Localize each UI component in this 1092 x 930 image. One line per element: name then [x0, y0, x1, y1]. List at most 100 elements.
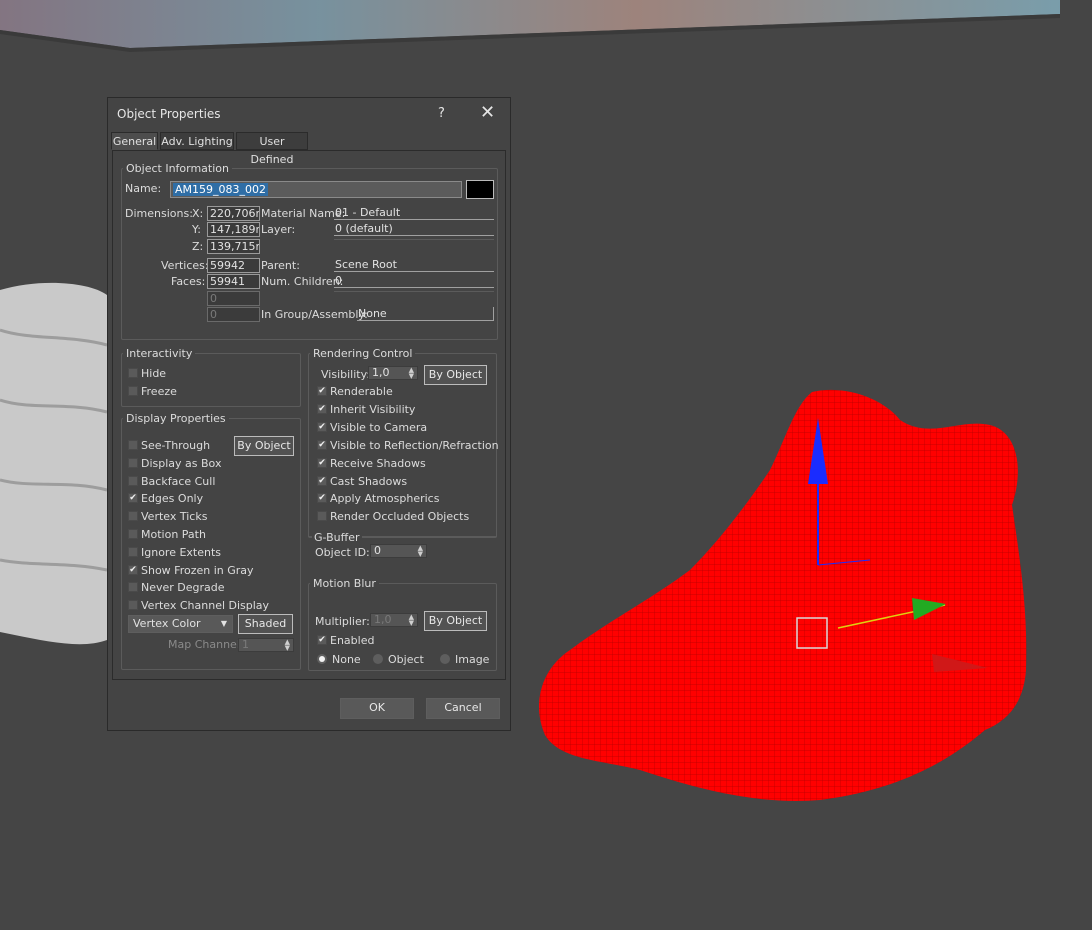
- check-box: [128, 529, 138, 539]
- object-id-value: 0: [374, 544, 381, 557]
- vertex-color-dropdown[interactable]: Vertex Color ▼: [128, 615, 233, 633]
- map-channel-label: Map Channel:: [168, 638, 244, 651]
- check-box: ✔: [317, 493, 327, 504]
- layer-underline: [334, 239, 494, 240]
- display-by-object-button[interactable]: By Object: [234, 436, 294, 456]
- display-checkbox-label: Vertex Ticks: [141, 510, 208, 524]
- parent-label: Parent:: [261, 259, 300, 272]
- in-group-field: None: [357, 307, 494, 321]
- help-button[interactable]: ?: [438, 106, 445, 121]
- render-checkbox-label: Visible to Reflection/Refraction: [330, 438, 499, 452]
- dialog-title: Object Properties: [117, 107, 221, 121]
- radio-object-label: Object: [388, 653, 424, 666]
- check-box: ✔: [128, 493, 138, 504]
- num-children-field: 0: [334, 274, 494, 288]
- multiplier-label: Multiplier:: [315, 615, 370, 628]
- motion-blur-by-object-button[interactable]: By Object: [424, 611, 487, 631]
- render-checkbox-label: Visible to Camera: [330, 420, 428, 434]
- chevron-down-icon: ▼: [220, 619, 227, 628]
- y-label: Y:: [192, 223, 201, 236]
- check-box: [128, 511, 138, 522]
- multiplier-value: 1,0: [374, 613, 392, 626]
- render-checkbox-label: Cast Shadows: [330, 474, 408, 488]
- display-checkbox-label: Display as Box: [141, 456, 222, 470]
- shaded-button[interactable]: Shaded: [238, 614, 293, 634]
- render-checkbox-label: Inherit Visibility: [330, 402, 416, 416]
- interactivity-label: Interactivity: [123, 347, 196, 360]
- object-information-label: Object Information: [123, 162, 232, 175]
- cancel-button[interactable]: Cancel: [426, 698, 500, 719]
- rug-surface: [0, 0, 1060, 48]
- display-checkbox-label: Motion Path: [141, 528, 206, 541]
- spinner-arrows-icon: ▲ ▼: [408, 613, 414, 627]
- render-checkbox-label: Render Occluded Objects: [330, 510, 470, 524]
- radio-image-dot: [440, 654, 450, 664]
- dimension-y-field: 147,189mm: [207, 222, 260, 237]
- extra-count-field-2: 0: [207, 307, 260, 322]
- tab-adv-lighting[interactable]: Adv. Lighting: [160, 132, 234, 150]
- check-box: ✔: [317, 439, 327, 450]
- vertices-label: Vertices:: [161, 259, 209, 272]
- map-channel-spinner[interactable]: 1 ▲ ▼: [238, 638, 294, 652]
- z-label: Z:: [192, 240, 204, 253]
- boot-wireframe: [538, 389, 1027, 801]
- faces-label: Faces:: [171, 275, 206, 288]
- visibility-label: Visibility:: [321, 368, 371, 381]
- parent-field: Scene Root: [334, 258, 494, 272]
- tab-general[interactable]: General: [111, 132, 158, 150]
- layer-field: 0 (default): [334, 222, 494, 236]
- dimension-x-field: 220,706mm: [207, 206, 260, 221]
- faces-field: 59941: [207, 274, 260, 289]
- motion-blur-label: Motion Blur: [310, 577, 379, 590]
- gbuffer-label: G-Buffer: [312, 531, 362, 544]
- display-checkbox-label: Show Frozen in Gray: [141, 563, 254, 577]
- radio-none-dot: [317, 654, 327, 664]
- ok-button[interactable]: OK: [340, 698, 414, 719]
- render-checkbox-label: Renderable: [330, 385, 393, 398]
- check-box: ✔: [317, 386, 327, 396]
- visibility-spinner[interactable]: 1,0 ▲ ▼: [368, 366, 418, 380]
- check-box: [128, 440, 138, 450]
- spinner-arrows-icon: ▲ ▼: [408, 366, 414, 380]
- check-box: [317, 511, 327, 522]
- dimensions-label: Dimensions:: [125, 207, 193, 220]
- display-checkbox-label: Never Degrade: [141, 581, 225, 595]
- visibility-value: 1,0: [372, 366, 390, 379]
- display-properties-label: Display Properties: [123, 412, 229, 425]
- extra-count-field-1: 0: [207, 291, 260, 306]
- display-checkbox-label: Vertex Channel Display: [141, 599, 270, 613]
- freeze-label: Freeze: [141, 385, 177, 398]
- check-box: ✔: [317, 457, 327, 468]
- name-label: Name:: [125, 182, 162, 195]
- map-channel-value: 1: [242, 638, 249, 651]
- check-box: [128, 475, 138, 486]
- children-underline: [334, 291, 494, 292]
- check-box: ✔: [317, 403, 327, 414]
- interactivity-group: [121, 353, 301, 407]
- render-by-object-button[interactable]: By Object: [424, 365, 487, 385]
- check-box: [128, 600, 138, 611]
- render-checkbox-label: Receive Shadows: [330, 456, 426, 470]
- num-children-label: Num. Children:: [261, 275, 344, 288]
- hide-check-box: [128, 368, 138, 378]
- layer-label: Layer:: [261, 223, 296, 236]
- display-checkbox-label: Edges Only: [141, 492, 204, 506]
- close-button[interactable]: ✕: [480, 102, 495, 123]
- tab-user-defined[interactable]: User Defined: [236, 132, 308, 166]
- multiplier-spinner[interactable]: 1,0 ▲ ▼: [370, 613, 418, 627]
- name-input[interactable]: AM159_083_002: [170, 181, 462, 198]
- check-box: ✔: [317, 475, 327, 486]
- dialog-titlebar[interactable]: Object Properties ? ✕: [108, 98, 510, 130]
- object-id-label: Object ID:: [315, 546, 370, 559]
- radio-none-label: None: [332, 653, 361, 666]
- radio-object-dot: [373, 654, 383, 664]
- enabled-label: Enabled: [330, 634, 375, 647]
- vertex-color-value: Vertex Color: [133, 617, 201, 630]
- object-color-swatch[interactable]: [466, 180, 494, 199]
- object-id-spinner[interactable]: 0 ▲ ▼: [370, 544, 427, 558]
- dimension-z-field: 139,715mm: [207, 239, 260, 254]
- object-properties-dialog: Object Properties ? ✕ General Adv. Light…: [107, 97, 511, 731]
- check-box: [128, 546, 138, 557]
- spinner-arrows-icon: ▲ ▼: [417, 544, 423, 558]
- hide-label: Hide: [141, 367, 167, 380]
